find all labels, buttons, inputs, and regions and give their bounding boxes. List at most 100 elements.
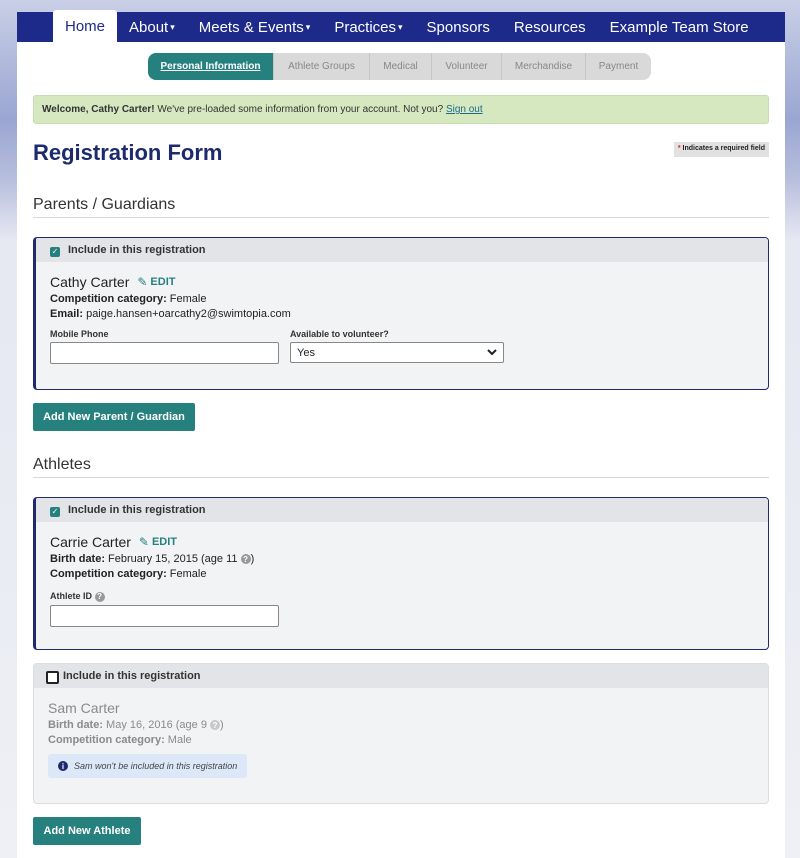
step-merchandise[interactable]: Merchandise xyxy=(501,53,585,80)
include-label: Include in this registration xyxy=(63,670,201,682)
volunteer-value: Yes xyxy=(297,346,315,359)
include-checkbox[interactable]: ✓ xyxy=(50,246,60,257)
excluded-note: i Sam won't be included in this registrat… xyxy=(48,754,248,778)
add-athlete-button[interactable]: Add New Athlete xyxy=(33,817,141,845)
athlete-id-label-text: Athlete ID xyxy=(50,591,93,601)
athlete-category: Competition category: Male xyxy=(48,734,754,746)
athlete-id-label: Athlete ID ? xyxy=(50,591,754,602)
athlete-name-row: Sam Carter xyxy=(48,700,754,716)
pencil-icon: ✎ xyxy=(138,535,149,549)
birth-close: ) xyxy=(250,553,255,565)
pencil-icon: ✎ xyxy=(137,275,148,289)
parent-category: Competition category: Female xyxy=(50,293,754,305)
info-icon: i xyxy=(58,761,68,771)
birth-label: Birth date: xyxy=(50,553,105,565)
athlete-include-row[interactable]: ✓ Include in this registration xyxy=(36,498,768,522)
include-checkbox[interactable] xyxy=(46,671,59,684)
athlete-card: ✓ Include in this registration Carrie Ca… xyxy=(33,497,769,650)
registration-steps: Personal Information Athlete Groups Medi… xyxy=(148,53,651,80)
email-label: Email: xyxy=(50,308,84,320)
welcome-name: Welcome, Cathy Carter! xyxy=(42,104,155,115)
required-field-note: * Indicates a required field xyxy=(673,142,769,157)
sign-out-link[interactable]: Sign out xyxy=(446,104,483,115)
athlete-birth-date: Birth date: May 16, 2016 (age 9 ?) xyxy=(48,719,754,731)
athlete-birth-date: Birth date: February 15, 2015 (age 11 ?) xyxy=(50,553,754,565)
nav-practices[interactable]: Practices ▾ xyxy=(322,12,414,42)
top-navigation: Home About ▾ Meets & Events ▾ Practices ▾ S… xyxy=(17,10,785,42)
parent-email: Email: paige.hansen+oarcathy2@swimtopia.… xyxy=(50,308,754,320)
volunteer-label: Available to volunteer? xyxy=(290,329,389,339)
category-label: Competition category: xyxy=(50,568,167,580)
nav-meets-events[interactable]: Meets & Events ▾ xyxy=(187,12,323,42)
chevron-down-icon xyxy=(487,349,497,356)
step-payment[interactable]: Payment xyxy=(585,53,651,80)
athlete-name: Sam Carter xyxy=(48,700,120,716)
nav-home[interactable]: Home xyxy=(53,10,118,42)
category-label: Competition category: xyxy=(50,293,167,305)
required-note-text: Indicates a required field xyxy=(680,145,765,152)
volunteer-group: Available to volunteer? Yes xyxy=(290,329,504,364)
chevron-down-icon: ▾ xyxy=(305,21,311,32)
category-value: Female xyxy=(166,568,207,580)
nav-about-label: About xyxy=(129,18,169,36)
parent-card: ✓ Include in this registration Cathy Car… xyxy=(33,237,769,390)
welcome-banner: Welcome, Cathy Carter! We've pre-loaded … xyxy=(33,95,769,124)
edit-parent-button[interactable]: ✎ EDIT xyxy=(137,275,175,289)
question-icon[interactable]: ? xyxy=(210,720,221,731)
category-value: Male xyxy=(164,734,192,746)
parent-fields: Mobile Phone Available to volunteer? Yes xyxy=(50,329,754,364)
athlete-name-row: Carrie Carter ✎ EDIT xyxy=(50,534,754,550)
nav-resources[interactable]: Resources xyxy=(502,12,598,42)
step-medical[interactable]: Medical xyxy=(369,53,431,80)
nav-sponsors-label: Sponsors xyxy=(426,18,490,36)
step-athlete-groups[interactable]: Athlete Groups xyxy=(273,53,369,80)
athlete-category: Competition category: Female xyxy=(50,568,754,580)
include-label: Include in this registration xyxy=(68,244,206,256)
birth-close: ) xyxy=(220,719,224,731)
category-label: Competition category: xyxy=(48,734,165,746)
category-value: Female xyxy=(166,293,207,305)
include-label: Include in this registration xyxy=(68,504,206,516)
athlete-card-excluded: Include in this registration Sam Carter … xyxy=(33,663,769,804)
mobile-phone-input[interactable] xyxy=(50,342,279,364)
parent-name: Cathy Carter xyxy=(50,274,130,290)
birth-value: May 16, 2016 (age 9 xyxy=(103,719,211,731)
nav-meets-label: Meets & Events xyxy=(198,18,304,36)
athlete-id-input[interactable] xyxy=(50,604,279,627)
edit-label: EDIT xyxy=(150,276,176,288)
question-icon[interactable]: ? xyxy=(240,554,251,565)
chevron-down-icon: ▾ xyxy=(170,21,175,32)
edit-athlete-button[interactable]: ✎ EDIT xyxy=(139,535,177,549)
athlete-card-body: Sam Carter Birth date: May 16, 2016 (age… xyxy=(34,688,768,790)
athlete-include-row[interactable]: Include in this registration xyxy=(34,664,768,688)
welcome-text: We've pre-loaded some information from y… xyxy=(154,104,446,115)
email-value: paige.hansen+oarcathy2@swimtopia.com xyxy=(83,308,291,320)
question-icon[interactable]: ? xyxy=(94,591,105,602)
mobile-phone-label: Mobile Phone xyxy=(50,329,109,339)
step-volunteer[interactable]: Volunteer xyxy=(431,53,501,80)
athlete-id-group: Athlete ID ? xyxy=(50,591,754,627)
include-checkbox[interactable]: ✓ xyxy=(50,506,60,517)
mobile-phone-group: Mobile Phone xyxy=(50,329,279,364)
parent-card-body: Cathy Carter ✎ EDIT Competition category:… xyxy=(36,262,768,376)
page-shell: Home About ▾ Meets & Events ▾ Practices ▾ S… xyxy=(17,10,785,858)
nav-team-store[interactable]: Example Team Store xyxy=(598,12,761,42)
athletes-heading: Athletes xyxy=(33,456,769,478)
birth-label: Birth date: xyxy=(48,719,103,731)
parent-name-row: Cathy Carter ✎ EDIT xyxy=(50,274,754,290)
nav-store-label: Example Team Store xyxy=(609,18,749,36)
nav-sponsors[interactable]: Sponsors xyxy=(415,12,502,42)
nav-about[interactable]: About ▾ xyxy=(117,12,187,42)
nav-resources-label: Resources xyxy=(513,18,586,36)
step-personal-information[interactable]: Personal Information xyxy=(148,53,273,80)
nav-home-label: Home xyxy=(65,17,106,35)
athlete-card-body: Carrie Carter ✎ EDIT Birth date: February… xyxy=(36,522,768,639)
parent-include-row[interactable]: ✓ Include in this registration xyxy=(36,238,768,262)
add-parent-button[interactable]: Add New Parent / Guardian xyxy=(33,403,195,431)
parents-heading: Parents / Guardians xyxy=(33,196,769,218)
page-title: Registration Form xyxy=(33,140,223,165)
edit-label: EDIT xyxy=(151,536,178,548)
excluded-note-text: Sam won't be included in this registrati… xyxy=(74,761,238,771)
volunteer-select[interactable]: Yes xyxy=(290,342,504,363)
chevron-down-icon: ▾ xyxy=(398,21,403,32)
